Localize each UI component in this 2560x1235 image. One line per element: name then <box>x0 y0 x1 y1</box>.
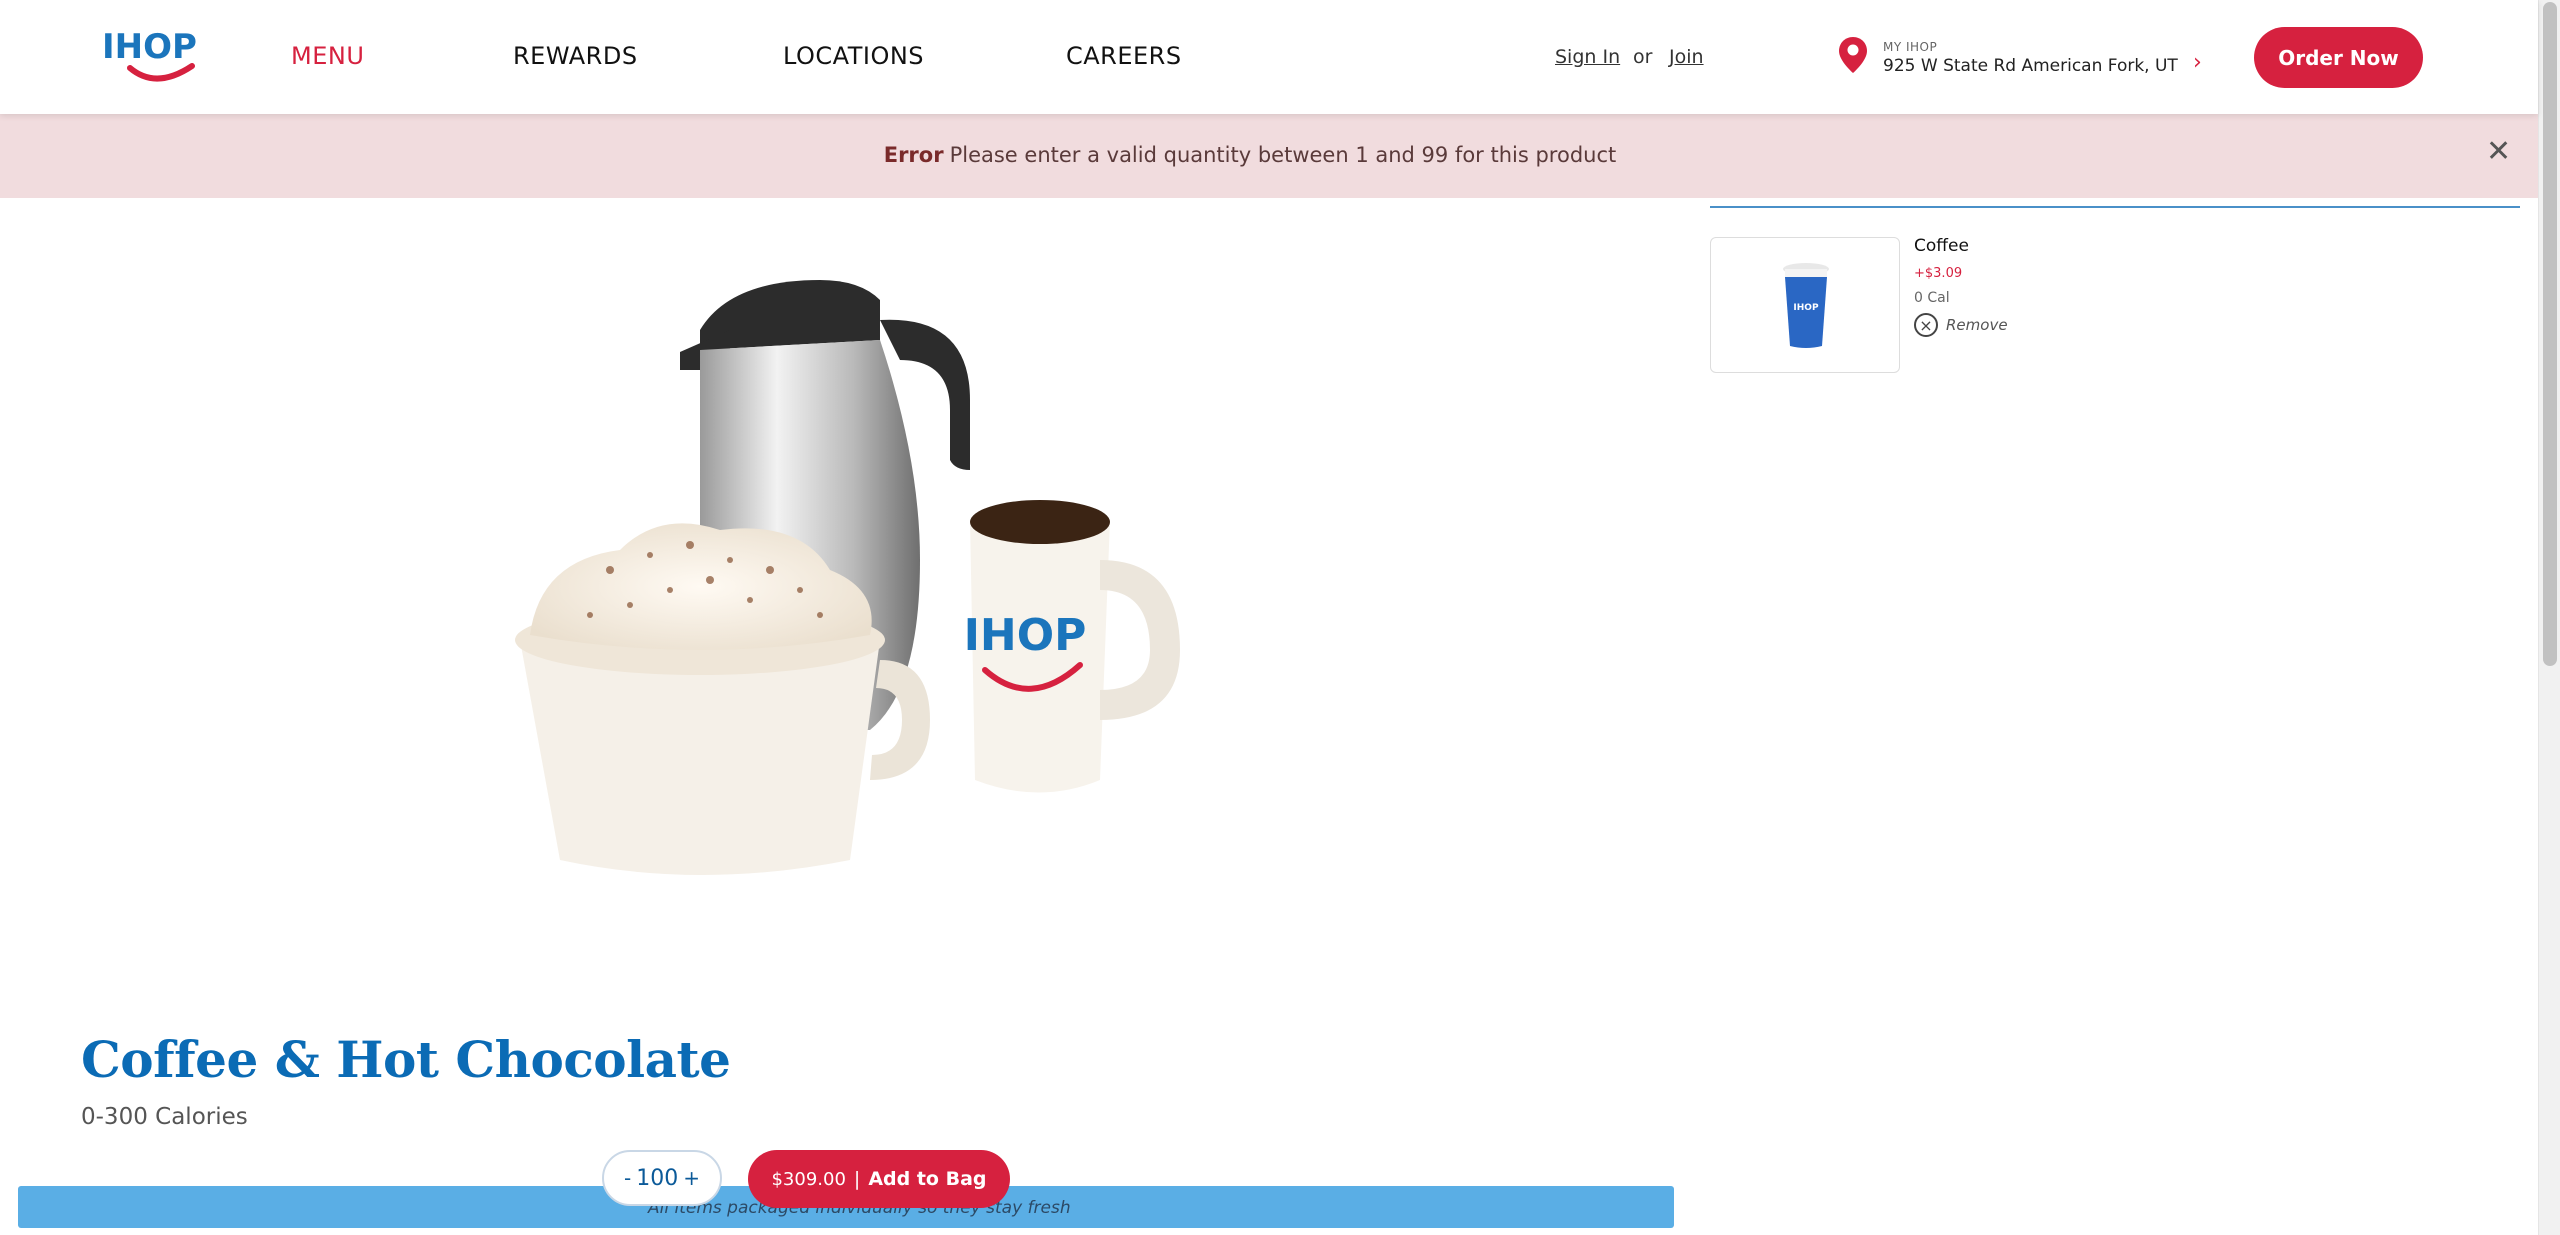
nav-menu[interactable]: MENU <box>291 42 364 70</box>
bag-item-calories: 0 Cal <box>1914 290 1950 306</box>
increment-button[interactable]: + <box>683 1166 700 1190</box>
remove-label: Remove <box>1946 316 2008 334</box>
close-icon[interactable]: ✕ <box>2486 134 2511 169</box>
add-to-bag-label: Add to Bag <box>868 1168 987 1190</box>
svg-text:IHOP: IHOP <box>102 27 197 67</box>
bag-divider <box>1710 206 2520 208</box>
remove-button[interactable]: × Remove <box>1914 313 2008 337</box>
nav-locations[interactable]: LOCATIONS <box>783 42 924 70</box>
nav-careers[interactable]: CAREERS <box>1066 42 1182 70</box>
or-text: or <box>1633 46 1653 68</box>
bag-item-thumbnail: IHOP <box>1710 237 1900 373</box>
my-ihop-label: MY IHOP <box>1883 40 1938 54</box>
quantity-stepper[interactable]: - 100 + <box>602 1150 722 1206</box>
bag-item-price: +$3.09 <box>1914 266 1963 281</box>
ihop-logo[interactable]: IHOP <box>100 24 212 88</box>
join-link[interactable]: Join <box>1669 46 1704 68</box>
sign-in-link[interactable]: Sign In <box>1555 46 1620 68</box>
error-detail: Please enter a valid quantity between 1 … <box>949 143 1617 167</box>
my-ihop-address[interactable]: 925 W State Rd American Fork, UT <box>1883 56 2178 76</box>
coffee-cup-icon: IHOP <box>1783 263 1829 348</box>
bag-item-name: Coffee <box>1914 236 1969 256</box>
add-to-bag-button[interactable]: $309.00 | Add to Bag <box>748 1150 1010 1208</box>
scrollbar-thumb[interactable] <box>2543 2 2557 666</box>
decrement-button[interactable]: - <box>624 1166 631 1190</box>
product-calories: 0-300 Calories <box>81 1104 248 1130</box>
site-header: IHOP MENU REWARDS LOCATIONS CAREERS Sign… <box>0 0 2538 114</box>
add-to-bag-price: $309.00 <box>771 1168 846 1190</box>
nav-rewards[interactable]: REWARDS <box>513 42 638 70</box>
add-to-bag-separator: | <box>853 1168 861 1190</box>
error-message: Error Please enter a valid quantity betwe… <box>0 143 2500 167</box>
scrollbar[interactable] <box>2538 0 2560 1235</box>
order-now-button[interactable]: Order Now <box>2254 27 2423 88</box>
error-title: Error <box>883 143 944 167</box>
remove-x-icon: × <box>1914 313 1938 337</box>
product-image: IHOP <box>515 280 1180 875</box>
svg-text:IHOP: IHOP <box>1793 303 1819 313</box>
quantity-value[interactable]: 100 <box>636 1166 678 1191</box>
product-title: Coffee & Hot Chocolate <box>81 1030 731 1089</box>
chevron-right-icon[interactable]: › <box>2193 50 2202 75</box>
svg-text:IHOP: IHOP <box>964 610 1087 661</box>
error-banner: Error Please enter a valid quantity betwe… <box>0 114 2538 198</box>
location-pin-icon <box>1839 37 1867 73</box>
